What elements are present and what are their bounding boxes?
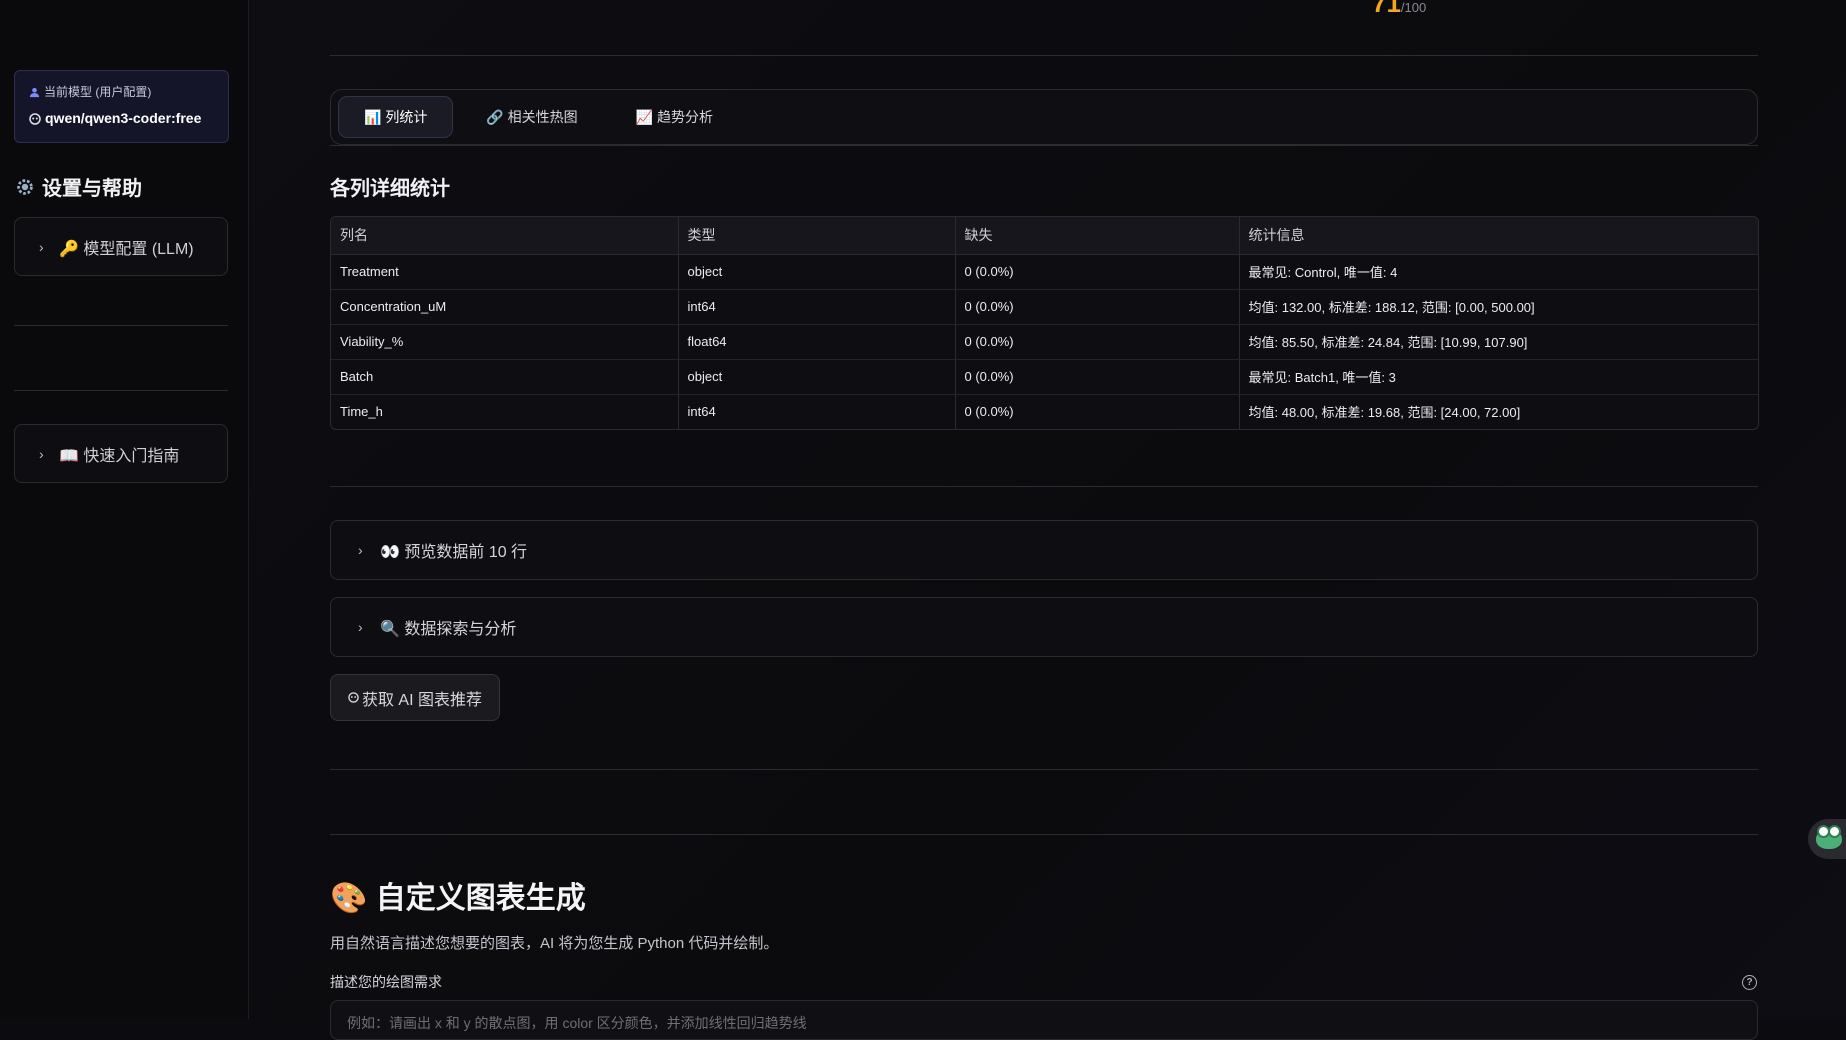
stats-tabbar: 📊 列统计 🔗 相关性热图 📈 趋势分析: [330, 89, 1758, 145]
chevron-right-icon: ›: [358, 542, 363, 558]
table-row: Time_h int64 0 (0.0%) 均值: 48.00, 标准差: 19…: [331, 394, 1758, 429]
chevron-right-icon: ›: [39, 238, 44, 255]
chart-request-label: 描述您的绘图需求: [330, 974, 442, 990]
cell-missing[interactable]: 0 (0.0%): [955, 359, 1240, 395]
header-stats[interactable]: 统计信息: [1239, 217, 1758, 255]
divider: [330, 834, 1758, 835]
cell-type[interactable]: object: [678, 359, 956, 395]
chevron-right-icon: ›: [358, 619, 363, 635]
cell-type[interactable]: object: [678, 254, 956, 290]
cell-type[interactable]: int64: [678, 289, 956, 325]
ai-chart-recommend-button[interactable]: 获取 AI 图表推荐: [330, 674, 500, 721]
model-value: qwen/qwen3-coder:free: [45, 110, 202, 126]
header-type[interactable]: 类型: [678, 217, 956, 255]
current-model-card: 当前模型 (用户配置) qwen/qwen3-coder:free: [14, 70, 229, 143]
robot-icon: [29, 110, 41, 126]
tab-correlation-heatmap[interactable]: 🔗 相关性热图: [461, 96, 602, 138]
preview-data-label: 👀 预览数据前 10 行: [380, 544, 528, 561]
cell-missing[interactable]: 0 (0.0%): [955, 394, 1240, 429]
floating-assistant-button[interactable]: [1808, 819, 1846, 859]
cell-stats[interactable]: 均值: 85.50, 标准差: 24.84, 范围: [10.99, 107.9…: [1239, 324, 1758, 360]
table-row: Concentration_uM int64 0 (0.0%) 均值: 132.…: [331, 289, 1758, 325]
cell-type[interactable]: int64: [678, 394, 956, 429]
header-column-name[interactable]: 列名: [331, 217, 679, 255]
tabbar-underline: [330, 145, 1758, 146]
quality-score: 71/100: [1372, 0, 1427, 18]
settings-title: 设置与帮助: [14, 172, 142, 201]
sidebar-divider: [14, 325, 228, 326]
sidebar-divider: [14, 390, 228, 391]
quick-start-expander[interactable]: › 📖 快速入门指南: [14, 424, 228, 483]
gear-icon: [14, 175, 36, 198]
divider: [330, 486, 1758, 487]
robot-icon: [348, 689, 359, 707]
chart-request-input[interactable]: 例如：请画出 x 和 y 的散点图，用 color 区分颜色，并添加线性回归趋势…: [330, 1000, 1758, 1040]
cell-stats[interactable]: 均值: 132.00, 标准差: 188.12, 范围: [0.00, 500.…: [1239, 289, 1758, 325]
column-stats-table: 列名 类型 缺失 统计信息 Treatment object 0 (0.0%) …: [330, 216, 1759, 430]
table-row: Viability_% float64 0 (0.0%) 均值: 85.50, …: [331, 324, 1758, 360]
cell-stats[interactable]: 最常见: Control, 唯一值: 4: [1239, 254, 1758, 290]
cell-name[interactable]: Batch: [331, 359, 679, 395]
divider: [330, 769, 1758, 770]
tab-trend-analysis[interactable]: 📈 趋势分析: [611, 96, 738, 138]
data-explore-expander[interactable]: › 🔍 数据探索与分析: [330, 597, 1758, 657]
cell-missing[interactable]: 0 (0.0%): [955, 254, 1240, 290]
custom-chart-description: 用自然语言描述您想要的图表，AI 将为您生成 Python 代码并绘制。: [330, 935, 779, 952]
table-header-row: 列名 类型 缺失 统计信息: [331, 217, 1758, 255]
user-icon: [29, 85, 40, 99]
cell-stats[interactable]: 均值: 48.00, 标准差: 19.68, 范围: [24.00, 72.00…: [1239, 394, 1758, 429]
frog-icon: [1816, 825, 1842, 849]
cell-missing[interactable]: 0 (0.0%): [955, 289, 1240, 325]
tab-column-stats[interactable]: 📊 列统计: [338, 96, 454, 138]
divider: [330, 55, 1758, 56]
data-explore-label: 🔍 数据探索与分析: [380, 621, 517, 638]
quick-start-label: 📖 快速入门指南: [59, 447, 180, 465]
table-row: Batch object 0 (0.0%) 最常见: Batch1, 唯一值: …: [331, 359, 1758, 395]
cell-name[interactable]: Time_h: [331, 394, 679, 429]
model-caption: 当前模型 (用户配置): [44, 85, 152, 99]
table-row: Treatment object 0 (0.0%) 最常见: Control, …: [331, 254, 1758, 290]
chevron-right-icon: ›: [39, 445, 44, 462]
model-config-expander[interactable]: › 🔑 模型配置 (LLM): [14, 217, 228, 276]
help-icon[interactable]: ?: [1742, 975, 1757, 990]
cell-name[interactable]: Concentration_uM: [331, 289, 679, 325]
sidebar: 当前模型 (用户配置) qwen/qwen3-coder:free 设置与帮助 …: [0, 0, 249, 1019]
preview-data-expander[interactable]: › 👀 预览数据前 10 行: [330, 520, 1758, 580]
model-config-label: 🔑 模型配置 (LLM): [59, 240, 194, 258]
cell-name[interactable]: Viability_%: [331, 324, 679, 360]
cell-stats[interactable]: 最常见: Batch1, 唯一值: 3: [1239, 359, 1758, 395]
header-missing[interactable]: 缺失: [955, 217, 1240, 255]
custom-chart-title: 🎨 自定义图表生成: [330, 882, 586, 915]
main-area: [249, 0, 1846, 1019]
cell-missing[interactable]: 0 (0.0%): [955, 324, 1240, 360]
cell-type[interactable]: float64: [678, 324, 956, 360]
column-stats-title: 各列详细统计: [330, 178, 450, 200]
cell-name[interactable]: Treatment: [331, 254, 679, 290]
